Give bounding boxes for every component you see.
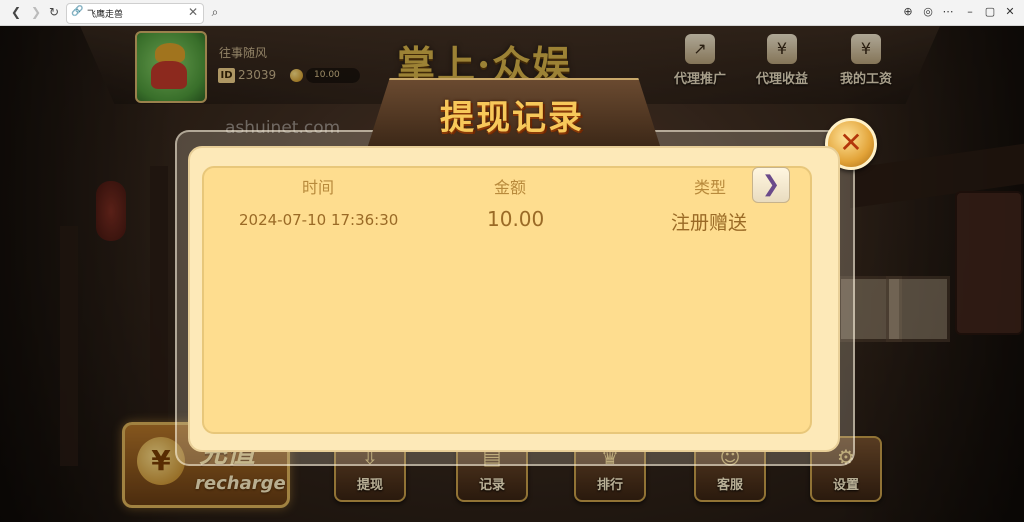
tab-title: 飞鹰走兽 (87, 10, 124, 20)
globe-icon[interactable]: ◎ (920, 4, 936, 20)
reload-icon[interactable]: ↻ (46, 4, 62, 20)
forward-arrow-icon[interactable]: ❯ (28, 4, 44, 20)
back-arrow-icon[interactable]: ❮ (8, 4, 24, 20)
dialog-title: 提现记录 (440, 98, 584, 138)
column-header-time: 时间 (302, 178, 335, 197)
next-page-button[interactable]: ❯ (752, 167, 790, 203)
record-type: 注册赠送 (671, 212, 748, 234)
column-header-amount: 金额 (494, 178, 527, 197)
column-header-type: 类型 (694, 178, 727, 197)
browser-tab[interactable]: 🔗 飞鹰走兽 ✕ (66, 3, 204, 24)
maximize-icon[interactable]: ▢ (982, 4, 998, 20)
more-menu-icon[interactable]: ⋯ (940, 4, 956, 20)
record-time: 2024-07-10 17:36:30 (239, 211, 399, 229)
search-icon[interactable]: ⌕ (207, 4, 223, 20)
game-viewport: 往事随风 ID 23039 10.00 掌上·众娱 ↗ 代理推广 ¥ 代理收益 … (0, 26, 1024, 522)
download-icon[interactable]: ⊕ (900, 4, 916, 20)
link-icon: 🔗 (71, 6, 84, 17)
record-amount: 10.00 (487, 207, 545, 231)
chevron-right-icon: ❯ (761, 172, 781, 197)
browser-toolbar: ❮ ❯ ↻ 🔗 飞鹰走兽 ✕ ⌕ ⊕ ◎ ⋯ – ▢ ✕ (0, 0, 1024, 26)
tab-close-button[interactable]: ✕ (188, 5, 198, 19)
window-close-icon[interactable]: ✕ (1002, 4, 1018, 20)
minimize-icon[interactable]: – (962, 4, 978, 20)
